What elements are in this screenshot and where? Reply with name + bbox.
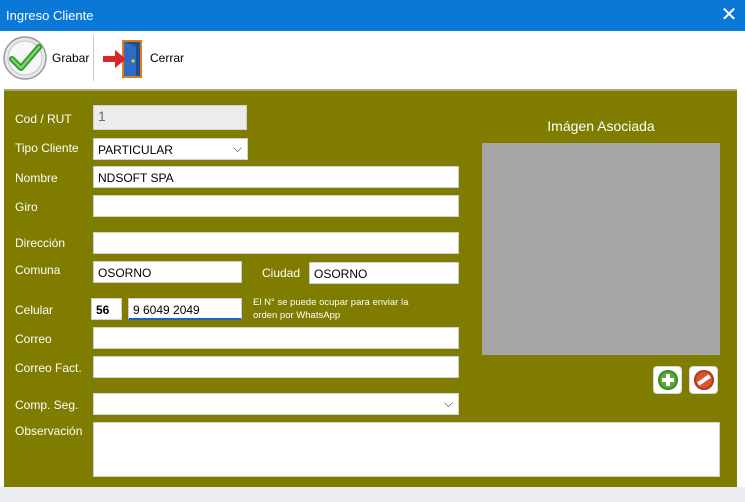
celular-prefix-value: 56: [96, 303, 110, 317]
chevron-down-icon: ⌵: [232, 141, 242, 155]
title-bar: Ingreso Cliente ✕: [0, 0, 745, 31]
observacion-textarea[interactable]: [93, 422, 720, 477]
celular-field[interactable]: 9 6049 2049: [128, 298, 242, 320]
ciudad-value: OSORNO: [314, 267, 368, 281]
giro-field[interactable]: [93, 195, 459, 217]
image-panel-title: Imágen Asociada: [547, 118, 655, 134]
observacion-label: Observación: [15, 424, 83, 438]
correo-fact-field[interactable]: [93, 356, 459, 378]
comp-seg-select[interactable]: ⌵: [93, 393, 459, 415]
comuna-field[interactable]: OSORNO: [93, 261, 242, 283]
celular-value: 9 6049 2049: [133, 303, 200, 317]
nombre-field[interactable]: NDSOFT SPA: [93, 166, 459, 188]
add-image-button[interactable]: [653, 366, 682, 394]
associated-image[interactable]: [482, 143, 720, 355]
grabar-label: Grabar: [52, 51, 90, 65]
remove-image-button[interactable]: [689, 366, 718, 394]
minus-circle-icon: [694, 370, 714, 390]
correo-fact-label: Correo Fact.: [15, 361, 82, 375]
ciudad-field[interactable]: OSORNO: [309, 262, 459, 284]
giro-label: Giro: [15, 200, 38, 214]
correo-field[interactable]: [93, 327, 459, 349]
cod-rut-value: 1: [98, 108, 106, 124]
direccion-label: Dirección: [15, 236, 66, 250]
comp-seg-label: Comp. Seg.: [15, 398, 79, 412]
comuna-label: Comuna: [15, 263, 61, 277]
tipo-cliente-label: Tipo Cliente: [15, 141, 79, 155]
cerrar-label: Cerrar: [150, 51, 185, 65]
exit-door-icon: [103, 40, 142, 78]
celular-label: Celular: [15, 303, 54, 317]
direccion-field[interactable]: [93, 232, 459, 254]
toolbar-separator: [93, 35, 94, 81]
window-bottom-border: [0, 487, 745, 502]
checkmark-icon: [3, 36, 47, 80]
celular-prefix-field[interactable]: 56: [91, 298, 122, 320]
tipo-cliente-value: PARTICULAR: [98, 143, 173, 157]
plus-circle-icon: [658, 370, 678, 390]
window-title: Ingreso Cliente: [6, 8, 94, 23]
close-icon[interactable]: ✕: [713, 0, 745, 31]
chevron-down-icon: ⌵: [443, 396, 453, 410]
comuna-value: OSORNO: [98, 266, 152, 280]
tipo-cliente-select[interactable]: PARTICULAR ⌵: [93, 138, 248, 160]
nombre-value: NDSOFT SPA: [98, 171, 174, 185]
whatsapp-hint: El N° se puede ocupar para enviar la ord…: [253, 297, 409, 321]
cerrar-button[interactable]: Cerrar: [100, 31, 184, 85]
cod-rut-label: Cod / RUT: [15, 112, 72, 126]
correo-label: Correo: [15, 332, 52, 346]
ciudad-label: Ciudad: [262, 266, 301, 280]
grabar-button[interactable]: Grabar: [2, 31, 89, 85]
nombre-label: Nombre: [15, 171, 58, 185]
toolbar: Grabar Cerrar: [0, 31, 745, 85]
cod-rut-field[interactable]: 1: [93, 105, 247, 130]
